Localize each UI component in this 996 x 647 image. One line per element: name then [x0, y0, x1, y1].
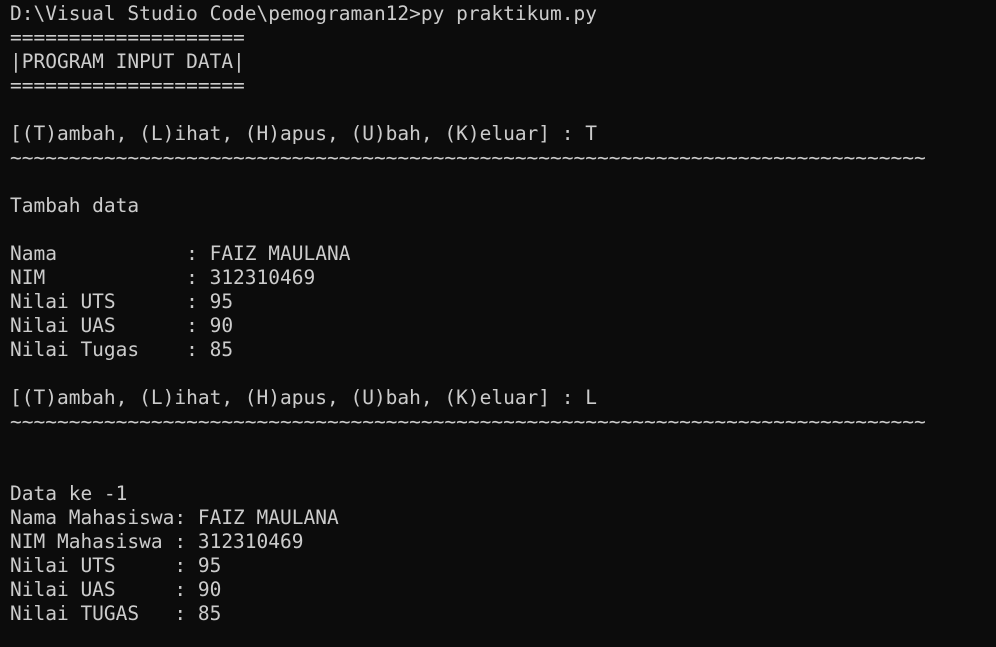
banner-border-bottom: ==================== [10, 74, 245, 97]
output-nama-line: Nama Mahasiswa: FAIZ MAULANA [10, 506, 339, 529]
terminal-window[interactable]: D:\Visual Studio Code\pemograman12>py pr… [0, 0, 996, 647]
input-tugas-line: Nilai Tugas : 85 [10, 338, 234, 361]
menu-prompt-line: [(T)ambah, (L)ihat, (H)apus, (U)bah, (K)… [10, 122, 597, 145]
menu-prompt-line: [(T)ambah, (L)ihat, (H)apus, (U)bah, (K)… [10, 386, 597, 409]
separator-line: ~~~~~~~~~~~~~~~~~~~~~~~~~~~~~~~~~~~~~~~~… [10, 146, 926, 169]
section-heading: Tambah data [10, 194, 140, 217]
banner-title: |PROGRAM INPUT DATA| [10, 50, 245, 73]
input-nama-line: Nama : FAIZ MAULANA [10, 242, 351, 265]
output-uts-line: Nilai UTS : 95 [10, 554, 222, 577]
input-nim-line: NIM : 312310469 [10, 266, 316, 289]
output-tugas-line: Nilai TUGAS : 85 [10, 602, 222, 625]
input-uts-line: Nilai UTS : 95 [10, 290, 234, 313]
output-nim-line: NIM Mahasiswa : 312310469 [10, 530, 304, 553]
separator-line: ~~~~~~~~~~~~~~~~~~~~~~~~~~~~~~~~~~~~~~~~… [10, 410, 926, 433]
input-uas-line: Nilai UAS : 90 [10, 314, 234, 337]
output-uas-line: Nilai UAS : 90 [10, 578, 222, 601]
banner-border-top: ==================== [10, 26, 245, 49]
command-prompt-line: D:\Visual Studio Code\pemograman12>py pr… [10, 2, 597, 25]
record-heading: Data ke -1 [10, 482, 128, 505]
